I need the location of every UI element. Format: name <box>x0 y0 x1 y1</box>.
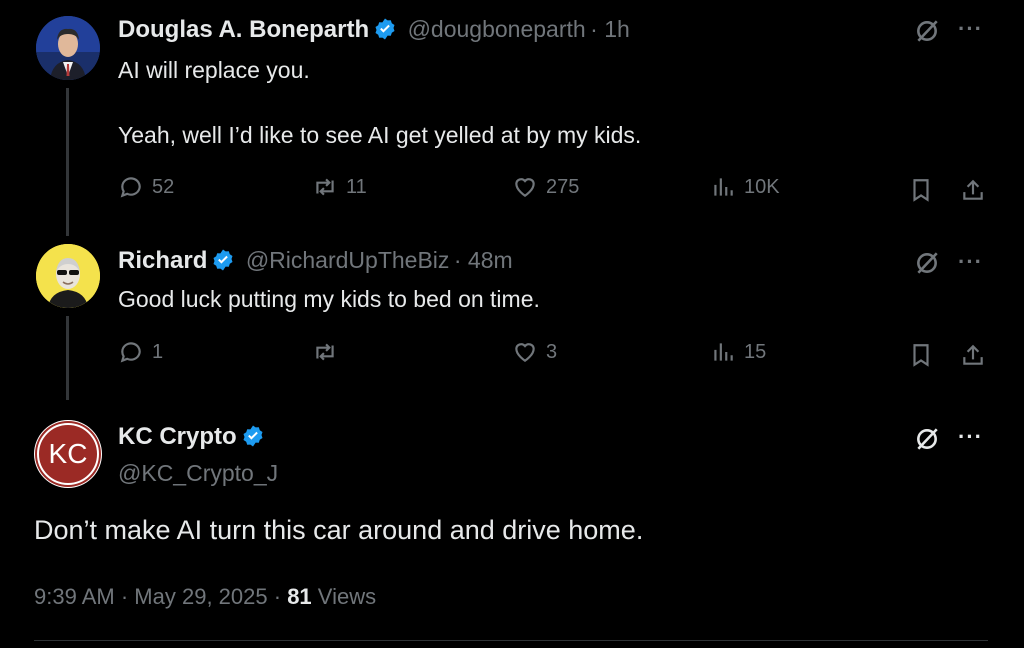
retweet-count: 11 <box>346 175 367 198</box>
author-name[interactable]: Richard <box>118 247 207 274</box>
thread-line <box>66 88 69 236</box>
reply-button[interactable]: 52 <box>118 174 174 200</box>
retweet-icon <box>316 343 334 361</box>
author-handle[interactable]: @RichardUpTheBiz <box>246 247 450 273</box>
like-count: 275 <box>546 175 580 198</box>
views-label: Views <box>317 584 377 609</box>
avatar-douglas[interactable] <box>36 16 100 80</box>
author-name[interactable]: KC Crypto <box>118 423 237 450</box>
views-button[interactable]: 10K <box>710 174 780 200</box>
reply-count: 52 <box>152 175 175 198</box>
view-count: 10K <box>744 175 780 198</box>
reply-icon <box>120 177 141 198</box>
bookmark-icon[interactable] <box>908 342 934 368</box>
reply-icon <box>120 342 141 363</box>
main-tweet-text: Don’t make AI turn this car around and d… <box>34 515 644 545</box>
like-count: 3 <box>546 340 558 363</box>
kc-logo: KC <box>37 423 99 485</box>
verified-badge-icon <box>375 18 395 40</box>
share-icon[interactable] <box>960 177 986 203</box>
tweet-time[interactable]: · 1h <box>590 16 630 42</box>
avatar-kc-crypto[interactable]: KC <box>34 420 102 488</box>
author-handle[interactable]: @KC_Crypto_J <box>118 460 278 487</box>
retweet-button[interactable] <box>312 339 346 365</box>
verified-badge-icon <box>243 425 263 447</box>
like-button[interactable]: 275 <box>512 174 579 200</box>
reply-count: 1 <box>152 340 164 363</box>
views-button[interactable]: 15 <box>710 339 766 365</box>
avatar-richard[interactable] <box>36 244 100 308</box>
verified-badge-icon <box>213 249 233 271</box>
person-photo-icon <box>36 244 100 308</box>
tweet-1-header: Douglas A. Boneparth @dougboneparth · 1h <box>118 16 630 44</box>
grok-icon[interactable] <box>914 18 940 44</box>
grok-icon[interactable] <box>914 426 940 452</box>
tweet-metadata: 9:39 AM · May 29, 2025 · 81 Views <box>34 584 377 609</box>
views-count: 81 <box>287 584 312 609</box>
main-tweet-header: KC Crypto <box>118 423 265 451</box>
grok-icon[interactable] <box>914 250 940 276</box>
reply-button[interactable]: 1 <box>118 339 163 365</box>
analytics-icon <box>714 178 733 196</box>
share-icon[interactable] <box>960 342 986 368</box>
heart-icon <box>515 343 535 362</box>
view-count: 15 <box>744 340 767 363</box>
more-options-icon[interactable]: ··· <box>958 424 983 450</box>
author-handle[interactable]: @dougboneparth <box>408 16 586 42</box>
tweet-text-line-1: AI will replace you. <box>118 57 310 83</box>
heart-icon <box>515 178 535 197</box>
retweet-icon <box>316 178 334 196</box>
person-photo-icon <box>36 16 100 80</box>
kc-logo-text: KC <box>48 438 88 469</box>
tweet-2-header: Richard @RichardUpTheBiz · 48m <box>118 247 513 275</box>
tweet-text-line-1: Good luck putting my kids to bed on time… <box>118 286 540 312</box>
retweet-button[interactable]: 11 <box>312 174 367 200</box>
bookmark-icon[interactable] <box>908 177 934 203</box>
tweet-text-line-2: Yeah, well I’d like to see AI get yelled… <box>118 122 642 148</box>
divider <box>34 640 988 641</box>
tweet-time[interactable]: 9:39 AM <box>34 584 115 609</box>
author-name[interactable]: Douglas A. Boneparth <box>118 16 369 43</box>
tweet-time[interactable]: · 48m <box>454 247 513 273</box>
thread-line <box>66 316 69 400</box>
tweet-date[interactable]: May 29, 2025 <box>134 584 267 609</box>
more-options-icon[interactable]: ··· <box>958 249 983 275</box>
more-options-icon[interactable]: ··· <box>958 16 983 42</box>
like-button[interactable]: 3 <box>512 339 557 365</box>
analytics-icon <box>714 343 733 361</box>
